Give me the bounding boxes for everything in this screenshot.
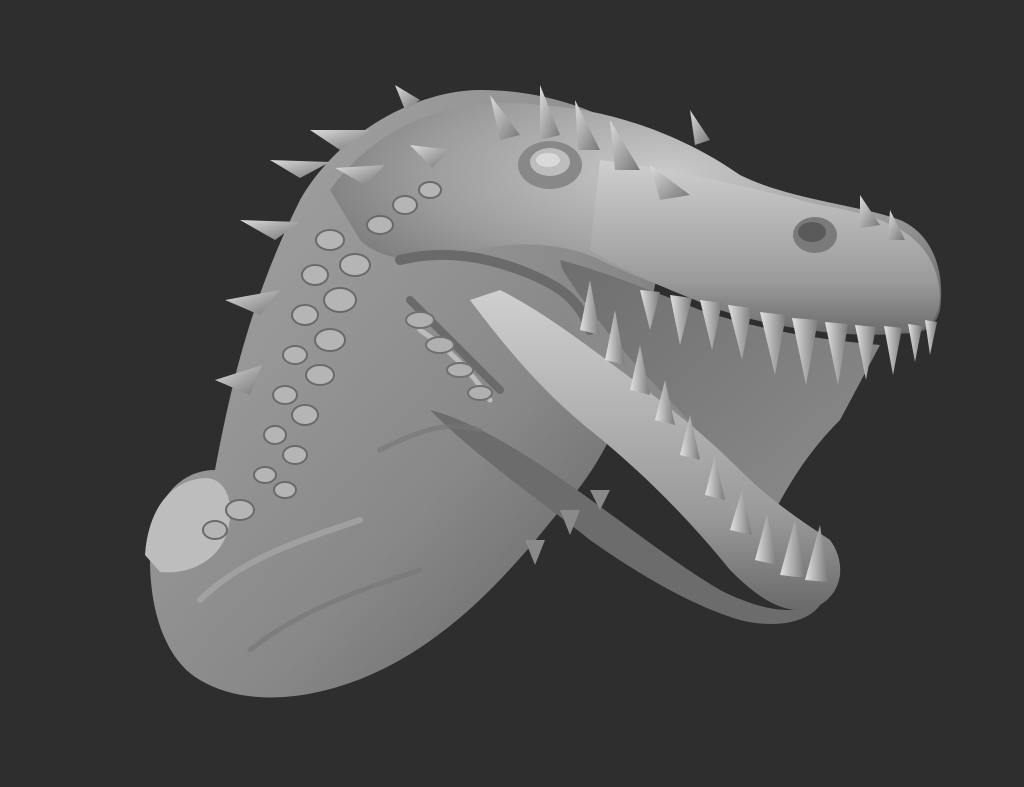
sculpt-viewport (0, 0, 1024, 787)
dinosaur-head-sculpt (145, 85, 942, 698)
